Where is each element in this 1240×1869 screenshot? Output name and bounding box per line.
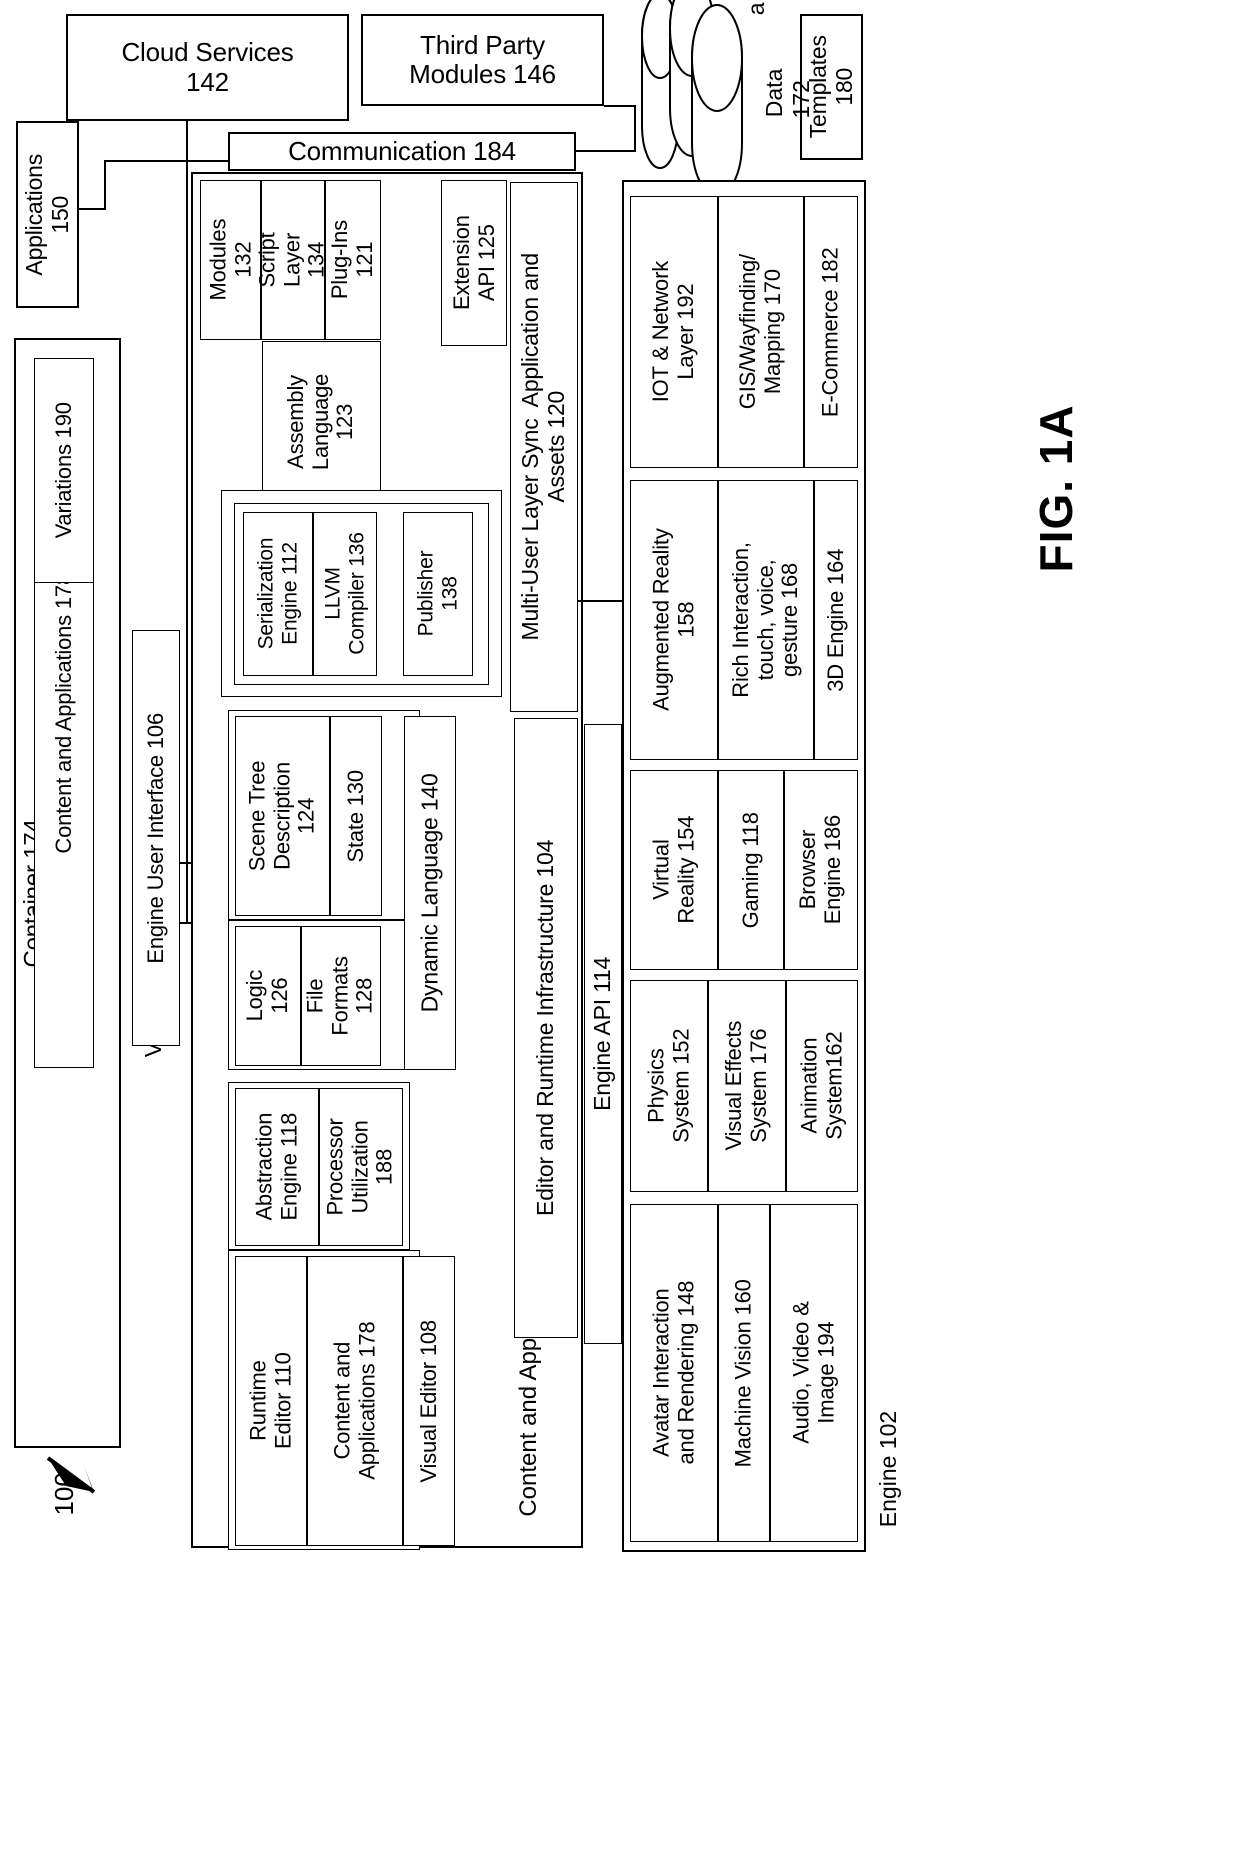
state-box[interactable]: State 130 bbox=[330, 716, 382, 916]
animation-system-box[interactable]: Animation System162 bbox=[786, 980, 858, 1192]
gis-wayfinding-label: GIS/Wayfinding/ Mapping 170 bbox=[735, 254, 786, 410]
llvm-compiler-label: LLVM Compiler 136 bbox=[321, 532, 368, 656]
browser-engine-box[interactable]: Browser Engine 186 bbox=[784, 770, 858, 970]
gis-wayfinding-box[interactable]: GIS/Wayfinding/ Mapping 170 bbox=[718, 196, 804, 468]
applications-box[interactable]: Applications 150 bbox=[16, 121, 79, 308]
applications-label: Applications 150 bbox=[20, 153, 73, 276]
reference-arrow-icon bbox=[46, 1456, 96, 1494]
connector-cloud-to-communication bbox=[186, 121, 188, 173]
3d-engine-label: 3D Engine 164 bbox=[822, 548, 848, 692]
logic-label: Logic 126 bbox=[242, 970, 292, 1022]
third-party-modules-box[interactable]: Third Party Modules 146 bbox=[361, 14, 604, 106]
iot-network-layer-box[interactable]: IOT & Network Layer 192 bbox=[630, 196, 718, 468]
3d-engine-box[interactable]: 3D Engine 164 bbox=[814, 480, 858, 760]
connector-communication-to-data bbox=[576, 150, 636, 152]
editor-runtime-infrastructure-label: Editor and Runtime Infrastructure 104 bbox=[532, 839, 559, 1217]
variations-label: Variations 190 bbox=[50, 402, 76, 539]
e-commerce-box[interactable]: E-Commerce 182 bbox=[804, 196, 858, 468]
rich-interaction-box[interactable]: Rich Interaction, touch, voice, gesture … bbox=[718, 480, 814, 760]
data-store-back-label: a bbox=[743, 2, 769, 16]
communication-label: Communication 184 bbox=[288, 135, 516, 166]
avatar-interaction-label: Avatar Interaction and Rendering 148 bbox=[648, 1281, 699, 1465]
dynamic-language-box[interactable]: Dynamic Language 140 bbox=[404, 716, 456, 1070]
data-store-label: Data 172 bbox=[761, 68, 814, 119]
connector-eui-bus bbox=[186, 170, 188, 922]
multi-user-layer-label: Multi-User Layer Sync Application and As… bbox=[517, 253, 570, 641]
abstraction-engine-label: Abstraction Engine 118 bbox=[251, 1113, 302, 1221]
figure-label: FIG. 1A bbox=[1030, 404, 1082, 573]
connector-applications-bus bbox=[104, 160, 230, 162]
connector-applications-vert bbox=[104, 160, 106, 210]
gaming-label: Gaming 118 bbox=[737, 811, 763, 929]
script-layer-label: Script Layer 134 bbox=[255, 232, 330, 288]
virtual-reality-label: Virtual Reality 154 bbox=[648, 816, 698, 924]
augmented-reality-label: Augmented Reality 158 bbox=[648, 528, 699, 712]
avatar-interaction-box[interactable]: Avatar Interaction and Rendering 148 bbox=[630, 1204, 718, 1542]
extension-api-box[interactable]: Extension API 125 bbox=[441, 180, 507, 346]
e-commerce-label: E-Commerce 182 bbox=[817, 247, 843, 417]
plug-ins-label: Plug-Ins 121 bbox=[327, 220, 378, 300]
content-applications-178-editor-box[interactable]: Content and Applications 178 bbox=[307, 1256, 403, 1546]
engine-user-interface-label: Engine User Interface 106 bbox=[142, 712, 168, 964]
llvm-compiler-box[interactable]: LLVM Compiler 136 bbox=[313, 512, 377, 676]
connector-thirdparty-to-data bbox=[604, 105, 636, 107]
serialization-engine-box[interactable]: Serialization Engine 112 bbox=[243, 512, 313, 676]
visual-editor-label: Visual Editor 108 bbox=[415, 1319, 441, 1483]
connector-engine-api-bus bbox=[578, 600, 624, 602]
connector-data-vert bbox=[634, 105, 636, 152]
extension-api-label: Extension API 125 bbox=[448, 215, 499, 311]
editor-runtime-infrastructure-box[interactable]: Editor and Runtime Infrastructure 104 bbox=[514, 718, 578, 1338]
engine-api-box[interactable]: Engine API 114 bbox=[584, 724, 622, 1344]
state-label: State 130 bbox=[342, 769, 368, 863]
engine-api-label: Engine API 114 bbox=[589, 956, 616, 1112]
audio-video-image-label: Audio, Video & Image 194 bbox=[788, 1301, 839, 1445]
script-layer-box[interactable]: Script Layer 134 bbox=[255, 180, 330, 340]
modules-box[interactable]: Modules 132 bbox=[200, 180, 261, 340]
abstraction-engine-box[interactable]: Abstraction Engine 118 bbox=[235, 1088, 319, 1246]
scene-tree-description-label: Scene Tree Description 124 bbox=[244, 760, 319, 872]
visual-editor-box[interactable]: Visual Editor 108 bbox=[403, 1256, 455, 1546]
virtual-reality-box[interactable]: Virtual Reality 154 bbox=[630, 770, 718, 970]
multi-user-layer-box[interactable]: Multi-User Layer Sync Application and As… bbox=[510, 182, 578, 712]
audio-video-image-box[interactable]: Audio, Video & Image 194 bbox=[770, 1204, 858, 1542]
engine-user-interface-box[interactable]: Engine User Interface 106 bbox=[132, 630, 180, 1046]
runtime-editor-label: Runtime Editor 110 bbox=[245, 1352, 296, 1450]
browser-engine-label: Browser Engine 186 bbox=[795, 815, 846, 925]
machine-vision-label: Machine Vision 160 bbox=[730, 1278, 756, 1468]
file-formats-label: File Formats 128 bbox=[303, 956, 378, 1036]
augmented-reality-box[interactable]: Augmented Reality 158 bbox=[630, 480, 718, 760]
runtime-editor-box[interactable]: Runtime Editor 110 bbox=[235, 1256, 307, 1546]
gaming-box[interactable]: Gaming 118 bbox=[718, 770, 784, 970]
machine-vision-box[interactable]: Machine Vision 160 bbox=[718, 1204, 770, 1542]
connector-applications-top bbox=[78, 208, 106, 210]
visual-effects-system-box[interactable]: Visual Effects System 176 bbox=[708, 980, 786, 1192]
scene-tree-description-box[interactable]: Scene Tree Description 124 bbox=[235, 716, 330, 916]
publisher-box[interactable]: Publisher 138 bbox=[403, 512, 473, 676]
variations-box[interactable]: Variations 190 bbox=[34, 358, 94, 583]
animation-system-label: Animation System162 bbox=[796, 1031, 847, 1141]
physics-system-box[interactable]: Physics System 152 bbox=[630, 980, 708, 1192]
assembly-language-label: Assembly Language 123 bbox=[283, 373, 358, 471]
processor-utilization-label: Processor Utilization 188 bbox=[323, 1118, 398, 1216]
logic-box[interactable]: Logic 126 bbox=[235, 926, 301, 1066]
publisher-label: Publisher 138 bbox=[414, 551, 461, 637]
rich-interaction-label: Rich Interaction, touch, voice, gesture … bbox=[728, 542, 803, 698]
cloud-services-label: Cloud Services 142 bbox=[121, 37, 294, 97]
cloud-services-box[interactable]: Cloud Services 142 bbox=[66, 14, 349, 121]
dynamic-language-label: Dynamic Language 140 bbox=[416, 773, 443, 1013]
serialization-engine-label: Serialization Engine 112 bbox=[254, 538, 302, 650]
physics-system-label: Physics System 152 bbox=[643, 1028, 694, 1144]
plug-ins-box[interactable]: Plug-Ins 121 bbox=[325, 180, 381, 340]
assembly-language-box[interactable]: Assembly Language 123 bbox=[262, 341, 381, 503]
third-party-modules-label: Third Party Modules 146 bbox=[409, 29, 556, 89]
visual-effects-system-label: Visual Effects System 176 bbox=[721, 1021, 771, 1151]
communication-box[interactable]: Communication 184 bbox=[228, 132, 576, 171]
content-applications-178-editor-label: Content and Applications 178 bbox=[329, 1321, 379, 1481]
file-formats-box[interactable]: File Formats 128 bbox=[301, 926, 381, 1066]
modules-label: Modules 132 bbox=[204, 219, 255, 301]
iot-network-layer-label: IOT & Network Layer 192 bbox=[648, 261, 698, 403]
processor-utilization-box[interactable]: Processor Utilization 188 bbox=[319, 1088, 403, 1246]
